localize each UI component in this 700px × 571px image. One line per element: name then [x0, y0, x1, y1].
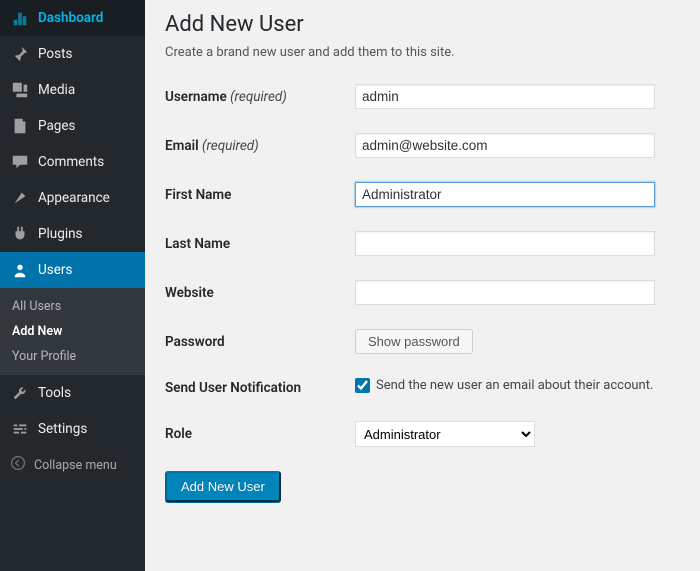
submenu-item-your-profile[interactable]: Your Profile [0, 344, 145, 369]
sidebar-item-pages[interactable]: Pages [0, 108, 145, 144]
first-name-input[interactable] [355, 182, 655, 207]
plugins-icon [10, 224, 30, 244]
role-label: Role [165, 426, 355, 442]
sidebar-item-label: Tools [38, 385, 71, 401]
password-label: Password [165, 334, 355, 350]
sidebar-item-label: Settings [38, 421, 87, 437]
username-label: Username (required) [165, 89, 355, 105]
sidebar-item-plugins[interactable]: Plugins [0, 216, 145, 252]
sidebar-item-label: Pages [38, 118, 76, 134]
tools-icon [10, 383, 30, 403]
comments-icon [10, 152, 30, 172]
submenu-item-all-users[interactable]: All Users [0, 294, 145, 319]
website-input[interactable] [355, 280, 655, 305]
sidebar-item-label: Users [38, 262, 72, 278]
collapse-menu[interactable]: Collapse menu [0, 447, 145, 483]
username-input[interactable] [355, 84, 655, 109]
sidebar-item-label: Media [38, 82, 75, 98]
sidebar-item-settings[interactable]: Settings [0, 411, 145, 447]
settings-icon [10, 419, 30, 439]
sidebar-item-appearance[interactable]: Appearance [0, 180, 145, 216]
appearance-icon [10, 188, 30, 208]
sidebar-item-posts[interactable]: Posts [0, 36, 145, 72]
role-select[interactable]: Administrator [355, 421, 535, 447]
submenu-item-add-new[interactable]: Add New [0, 319, 145, 344]
sidebar-item-tools[interactable]: Tools [0, 375, 145, 411]
sidebar-item-label: Dashboard [38, 10, 103, 26]
pages-icon [10, 116, 30, 136]
last-name-input[interactable] [355, 231, 655, 256]
sidebar-item-media[interactable]: Media [0, 72, 145, 108]
main-content: Add New User Create a brand new user and… [145, 0, 700, 571]
collapse-icon [10, 455, 26, 475]
sidebar-item-label: Comments [38, 154, 104, 170]
last-name-label: Last Name [165, 236, 355, 252]
add-new-user-button[interactable]: Add New User [165, 471, 281, 502]
sidebar-item-dashboard[interactable]: Dashboard [0, 0, 145, 36]
email-label: Email (required) [165, 138, 355, 154]
notification-checkbox[interactable] [355, 378, 370, 393]
sidebar-item-label: Posts [38, 46, 72, 62]
media-icon [10, 80, 30, 100]
website-label: Website [165, 285, 355, 301]
admin-sidebar: Dashboard Posts Media Pages Comments App… [0, 0, 145, 571]
show-password-button[interactable]: Show password [355, 329, 473, 354]
page-subtitle: Create a brand new user and add them to … [165, 45, 680, 60]
sidebar-item-label: Plugins [38, 226, 83, 242]
page-title: Add New User [165, 12, 680, 37]
sidebar-submenu-users: All Users Add New Your Profile [0, 288, 145, 375]
dashboard-icon [10, 8, 30, 28]
first-name-label: First Name [165, 187, 355, 203]
collapse-label: Collapse menu [34, 458, 117, 473]
pin-icon [10, 44, 30, 64]
email-input[interactable] [355, 133, 655, 158]
notification-checkbox-label[interactable]: Send the new user an email about their a… [355, 378, 653, 393]
users-icon [10, 260, 30, 280]
sidebar-item-comments[interactable]: Comments [0, 144, 145, 180]
sidebar-item-label: Appearance [38, 190, 110, 206]
notification-label: Send User Notification [165, 380, 355, 396]
sidebar-item-users[interactable]: Users [0, 252, 145, 288]
